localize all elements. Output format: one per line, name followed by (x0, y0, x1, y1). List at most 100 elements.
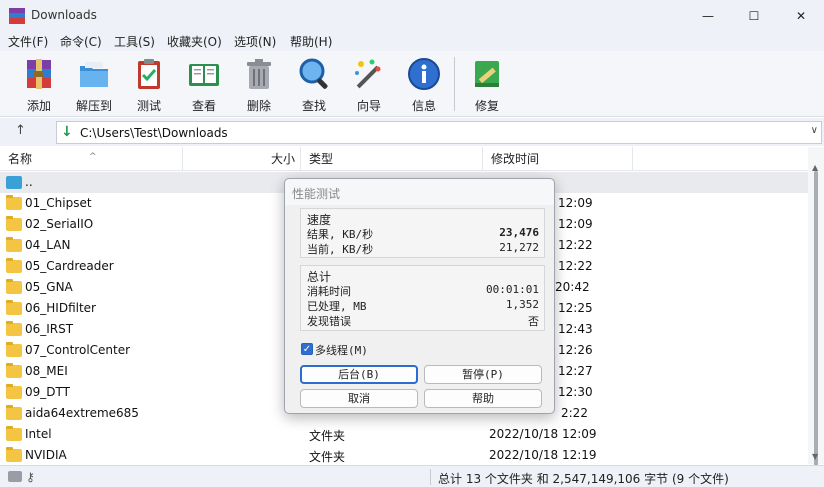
result-value: 23,476 (499, 226, 539, 239)
address-dropdown-icon[interactable]: ∨ (811, 125, 818, 136)
processed-row: 已处理, MB 1,352 (307, 298, 539, 314)
folder-icon (6, 258, 22, 273)
folder-icon (6, 321, 22, 336)
file-name: NVIDIA (25, 448, 67, 462)
key-icon[interactable]: ⚷ (26, 470, 35, 484)
address-field[interactable]: ↓ C:\Users\Test\Downloads ∨ (56, 121, 822, 144)
errors-row: 发现错误 否 (307, 313, 539, 329)
column-type-label: 类型 (309, 152, 334, 166)
column-modified[interactable]: 修改时间 (483, 147, 633, 171)
info-icon (408, 58, 440, 90)
folder-icon (6, 342, 22, 357)
file-modified: 12:30 (558, 385, 593, 399)
multithread-label[interactable]: 多线程(M) (315, 342, 368, 358)
file-type: 文件夹 (309, 429, 346, 443)
extract-to-button[interactable]: 解压到 (68, 55, 120, 113)
column-modified-label: 修改时间 (491, 152, 540, 166)
folder-icon (6, 237, 22, 252)
column-name-label: 名称 (8, 152, 33, 166)
repair-icon (475, 61, 499, 87)
delete-label: 删除 (246, 99, 271, 113)
file-modified: 20:42 (555, 280, 590, 294)
menu-file[interactable]: 文件(F) (8, 33, 48, 50)
repair-button[interactable]: 修复 (461, 55, 513, 113)
result-label: 结果, KB/秒 (307, 228, 374, 241)
add-button[interactable]: 添加 (13, 55, 65, 113)
delete-button[interactable]: 删除 (233, 55, 285, 113)
info-button[interactable]: 信息 (398, 55, 450, 113)
toolbar: 添加 解压到 测试 查看 删除 查找 向导 信息 修复 (0, 51, 824, 117)
processed-label: 已处理, MB (307, 300, 367, 313)
column-name[interactable]: 名称 ^ (0, 147, 183, 171)
pause-button[interactable]: 暂停(P) (424, 365, 542, 384)
menu-help[interactable]: 帮助(H) (290, 33, 332, 50)
folder-icon (6, 426, 22, 441)
file-modified: 2:22 (561, 406, 588, 420)
wizard-button[interactable]: 向导 (343, 55, 395, 113)
wizard-wand-icon (355, 59, 381, 89)
up-folder-button[interactable]: ↑ (15, 123, 26, 138)
file-name: 05_Cardreader (25, 259, 114, 273)
menu-commands[interactable]: 命令(C) (60, 33, 102, 50)
folder-icon (6, 279, 22, 294)
address-path[interactable]: C:\Users\Test\Downloads (80, 126, 228, 140)
vertical-scrollbar[interactable]: ▲ ▼ (808, 147, 824, 471)
view-book-icon (189, 64, 219, 86)
menu-bar: 文件(F) 命令(C) 工具(S) 收藏夹(O) 选项(N) 帮助(H) (0, 31, 824, 51)
file-modified: 12:25 (558, 301, 593, 315)
trash-icon (247, 59, 271, 89)
view-label: 查看 (191, 99, 216, 113)
file-name: 01_Chipset (25, 196, 92, 210)
list-item[interactable]: NVIDIA 文件夹 2022/10/18 12:19 (0, 445, 808, 464)
help-button[interactable]: 帮助 (424, 389, 542, 408)
toolbar-separator (454, 57, 455, 111)
folder-icon (6, 300, 22, 315)
close-button[interactable]: ✕ (778, 0, 824, 31)
file-modified: 12:43 (558, 322, 593, 336)
file-name: 06_HIDfilter (25, 301, 96, 315)
file-name: 08_MEI (25, 364, 68, 378)
winrar-app-icon (9, 8, 25, 24)
test-button[interactable]: 测试 (123, 55, 175, 113)
background-button[interactable]: 后台(B) (300, 365, 418, 384)
status-summary: 总计 13 个文件夹 和 2,547,149,106 字节 (9 个文件) (438, 472, 729, 486)
errors-value: 否 (528, 315, 539, 328)
title-bar: Downloads — ☐ ✕ (0, 0, 824, 31)
multithread-checkbox[interactable]: ✓ (301, 343, 313, 355)
minimize-button[interactable]: — (685, 0, 731, 31)
menu-options[interactable]: 选项(N) (234, 33, 276, 50)
scrollbar-thumb[interactable] (814, 171, 818, 471)
scroll-down-icon[interactable]: ▼ (812, 452, 818, 461)
current-value: 21,272 (499, 241, 539, 254)
column-type[interactable]: 类型 (301, 147, 483, 171)
extract-to-label: 解压到 (75, 99, 112, 113)
column-size-label: 大小 (270, 152, 295, 166)
file-list-header: 名称 ^ 大小 类型 修改时间 (0, 147, 808, 171)
address-bar: ↑ ↓ C:\Users\Test\Downloads ∨ (0, 118, 824, 146)
column-size[interactable]: 大小 (183, 147, 301, 171)
status-divider (430, 469, 431, 485)
menu-tools[interactable]: 工具(S) (114, 33, 155, 50)
file-name: 04_LAN (25, 238, 71, 252)
cancel-button[interactable]: 取消 (300, 389, 418, 408)
repair-label: 修复 (474, 99, 499, 113)
magnifier-icon (299, 58, 328, 89)
extract-folder-icon (80, 62, 108, 87)
close-icon: ✕ (795, 8, 807, 23)
maximize-button[interactable]: ☐ (731, 0, 777, 31)
processed-value: 1,352 (505, 298, 539, 311)
file-name: 06_IRST (25, 322, 74, 336)
result-row: 结果, KB/秒 23,476 (307, 226, 539, 242)
view-button[interactable]: 查看 (178, 55, 230, 113)
folder-icon (6, 405, 22, 420)
find-button[interactable]: 查找 (288, 55, 340, 113)
list-item[interactable]: Intel 文件夹 2022/10/18 12:09 (0, 424, 808, 445)
file-modified: 12:09 (558, 196, 593, 210)
drive-icon[interactable] (8, 471, 22, 482)
status-bar: ⚷ 总计 13 个文件夹 和 2,547,149,106 字节 (9 个文件) (0, 465, 824, 487)
menu-favorites[interactable]: 收藏夹(O) (167, 33, 222, 50)
add-label: 添加 (26, 99, 51, 113)
file-name: 09_DTT (25, 385, 70, 399)
folder-icon (6, 216, 22, 231)
find-label: 查找 (301, 99, 326, 113)
